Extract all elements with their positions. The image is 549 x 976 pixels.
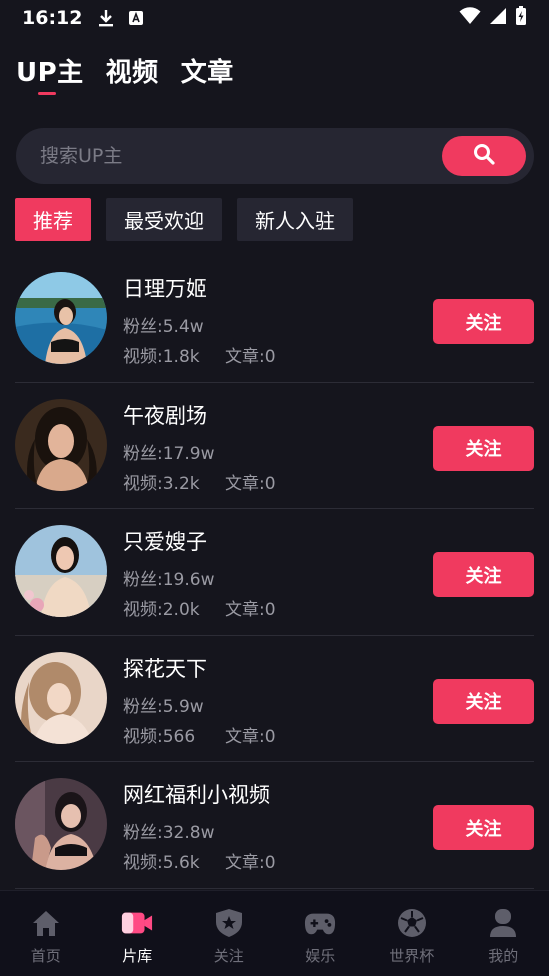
- video-camera-icon: [121, 907, 153, 939]
- nav-label: 关注: [213, 947, 244, 965]
- nav-following[interactable]: 关注: [183, 891, 275, 976]
- follow-button[interactable]: 关注: [433, 425, 534, 471]
- up-name: 午夜剧场: [123, 403, 207, 428]
- up-articles: 文章:0: [225, 600, 276, 620]
- list-item[interactable]: 午夜剧场 粉丝:17.9w 视频:3.2k 文章:0 关注: [0, 383, 549, 510]
- accessibility-a-icon: [128, 10, 144, 26]
- up-videos: 视频:2.0k: [123, 600, 200, 620]
- bottom-nav: 首页 片库 关注 娱乐 世界杯 我的: [0, 890, 549, 976]
- tab-up[interactable]: UP主: [16, 52, 84, 89]
- filter-most-popular[interactable]: 最受欢迎: [106, 198, 222, 241]
- up-articles: 文章:0: [225, 347, 276, 367]
- shield-star-icon: [213, 907, 245, 939]
- nav-label: 首页: [30, 947, 61, 965]
- up-fans: 粉丝:5.4w: [123, 317, 204, 337]
- up-name: 探花天下: [123, 656, 207, 681]
- up-list: 日理万姬 粉丝:5.4w 视频:1.8k 文章:0 关注 午夜剧场 粉丝:17.…: [0, 256, 549, 889]
- avatar[interactable]: [15, 398, 107, 491]
- filter-newcomers[interactable]: 新人入驻: [237, 198, 353, 241]
- search-input[interactable]: [40, 128, 420, 184]
- tab-articles[interactable]: 文章: [181, 52, 234, 89]
- tab-indicator: [38, 92, 56, 95]
- nav-label: 片库: [122, 947, 153, 965]
- filter-recommended[interactable]: 推荐: [15, 198, 91, 241]
- up-articles: 文章:0: [225, 726, 276, 747]
- nav-label: 世界杯: [389, 947, 435, 965]
- gamepad-icon: [304, 907, 336, 939]
- up-videos: 视频:566: [123, 726, 196, 747]
- filter-chips: 推荐 最受欢迎 新人入驻: [15, 198, 353, 241]
- user-icon: [487, 907, 519, 939]
- up-name: 日理万姬: [123, 277, 207, 301]
- search-bar: [16, 128, 534, 184]
- status-time: 16:12: [22, 7, 83, 29]
- up-fans: 粉丝:19.6w: [123, 570, 215, 590]
- top-tabs: UP主 视频 文章: [16, 52, 234, 95]
- avatar[interactable]: [15, 525, 107, 617]
- nav-library[interactable]: 片库: [92, 891, 184, 976]
- signal-icon: [489, 7, 507, 29]
- nav-label: 娱乐: [305, 947, 336, 965]
- up-fans: 粉丝:32.8w: [123, 823, 215, 843]
- battery-icon: [515, 6, 527, 30]
- follow-button[interactable]: 关注: [433, 805, 534, 850]
- status-bar: 16:12: [0, 0, 549, 36]
- download-icon: [98, 9, 114, 27]
- avatar[interactable]: [15, 272, 107, 364]
- home-icon: [30, 907, 62, 939]
- up-videos: 视频:5.6k: [123, 853, 200, 873]
- up-articles: 文章:0: [225, 853, 276, 873]
- up-name: 网红福利小视频: [123, 783, 270, 807]
- list-item[interactable]: 只爱嫂子 粉丝:19.6w 视频:2.0k 文章:0 关注: [0, 509, 549, 636]
- up-fans: 粉丝:17.9w: [123, 443, 215, 464]
- tab-videos[interactable]: 视频: [106, 52, 159, 89]
- nav-profile[interactable]: 我的: [458, 891, 549, 976]
- search-button[interactable]: [442, 136, 526, 176]
- soccer-ball-icon: [396, 907, 428, 939]
- nav-home[interactable]: 首页: [0, 891, 92, 976]
- avatar[interactable]: [15, 651, 107, 744]
- avatar[interactable]: [15, 778, 107, 870]
- up-name: 只爱嫂子: [123, 530, 207, 554]
- search-icon: [472, 142, 496, 170]
- up-videos: 视频:3.2k: [123, 473, 200, 494]
- nav-entertainment[interactable]: 娱乐: [275, 891, 367, 976]
- up-articles: 文章:0: [225, 473, 276, 494]
- follow-button[interactable]: 关注: [433, 678, 534, 724]
- list-item[interactable]: 网红福利小视频 粉丝:32.8w 视频:5.6k 文章:0 关注: [0, 762, 549, 889]
- follow-button[interactable]: 关注: [433, 299, 534, 344]
- wifi-icon: [459, 7, 481, 29]
- follow-button[interactable]: 关注: [433, 552, 534, 597]
- list-item[interactable]: 探花天下 粉丝:5.9w 视频:566 文章:0 关注: [0, 636, 549, 763]
- nav-world-cup[interactable]: 世界杯: [366, 891, 458, 976]
- up-videos: 视频:1.8k: [123, 347, 200, 367]
- up-fans: 粉丝:5.9w: [123, 696, 204, 717]
- list-item[interactable]: 日理万姬 粉丝:5.4w 视频:1.8k 文章:0 关注: [0, 256, 549, 383]
- nav-label: 我的: [488, 947, 519, 965]
